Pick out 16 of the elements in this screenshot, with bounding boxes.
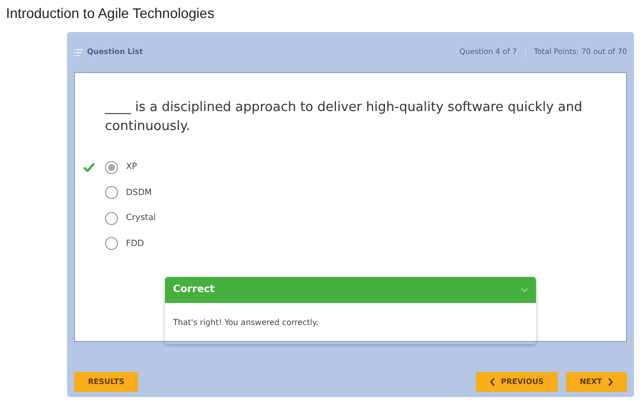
radio-button[interactable]	[105, 160, 118, 174]
radio-button[interactable]	[105, 212, 118, 225]
option-label: XP	[126, 161, 137, 174]
chevron-icon	[521, 288, 528, 292]
chevron-right-icon	[608, 378, 613, 386]
option-label: FDD	[126, 238, 144, 250]
chevron-left-icon	[490, 378, 495, 386]
radio-button[interactable]	[105, 237, 118, 250]
option-label: DSDM	[126, 186, 152, 200]
question-text: ____ is a disciplined approach to deliver high-quality software quickly and continuously.	[105, 99, 584, 136]
list-icon	[74, 48, 83, 56]
page-title: Introduction to Agile Technologies	[5, 4, 216, 23]
option-label: Crystal	[126, 212, 156, 225]
feedback-message: That's right! You answered correctly.	[172, 316, 320, 329]
feedback-header[interactable]: Correct	[165, 276, 536, 303]
radio-button[interactable]	[105, 186, 118, 200]
